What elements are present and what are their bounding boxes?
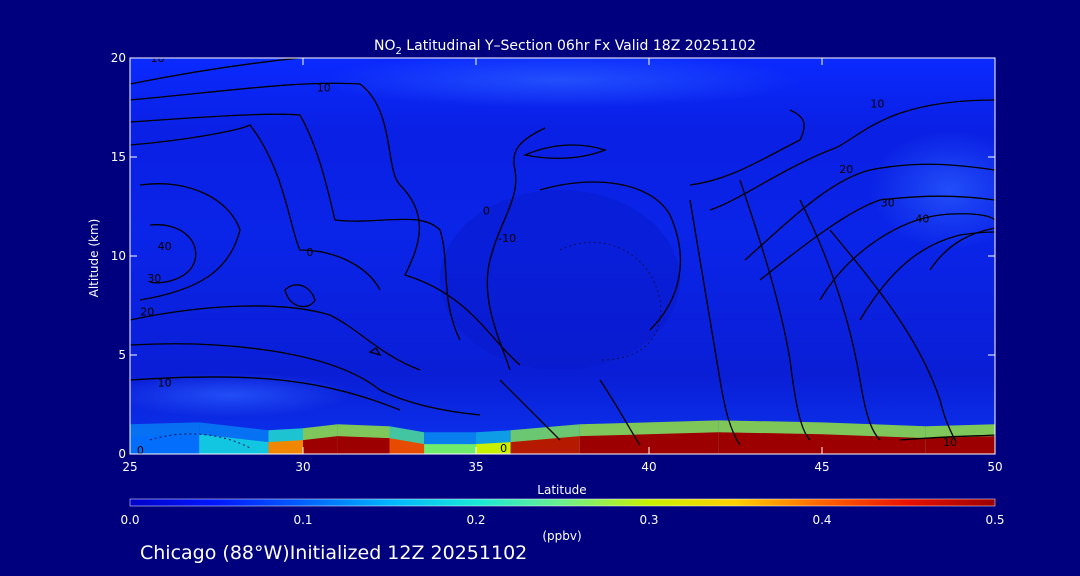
chart-title: NO2 Latitudinal Y–Section 06hr Fx Valid … [374, 38, 756, 57]
colorbar-tick-label: 0.4 [812, 513, 831, 527]
surface-layer-segment [337, 436, 390, 454]
surface-layer-segment [925, 436, 995, 454]
y-tick-label: 0 [118, 447, 126, 461]
contour-label: 30 [147, 272, 161, 285]
contour-label: 30 [881, 197, 895, 210]
contour-label: 0 [500, 442, 507, 455]
x-tick-label: 50 [987, 460, 1002, 474]
y-axis-label: Altitude (km) [87, 219, 101, 298]
x-tick-label: 25 [122, 460, 137, 474]
contour-label: 20 [839, 163, 853, 176]
contour-label: 10 [943, 436, 957, 449]
y-tick-label: 10 [111, 249, 126, 263]
contour-label: 40 [915, 212, 929, 225]
colorbar-ticks: 0.0 0.1 0.2 0.3 0.4 0.5 [120, 513, 1004, 527]
colorbar-tick-label: 0.0 [120, 513, 139, 527]
colorbar-tick-label: 0.2 [466, 513, 485, 527]
x-tick-label: 35 [468, 460, 483, 474]
colorbar [129, 498, 996, 507]
contour-label: 10 [158, 377, 172, 390]
contour-label: 40 [158, 240, 172, 253]
y-tick-label: 5 [118, 348, 126, 362]
x-tick-label: 30 [295, 460, 310, 474]
surface-layer-segment [268, 440, 303, 454]
contour-label: 10 [317, 82, 331, 95]
contour-label: 0 [137, 444, 144, 457]
chart-svg: 10101020304040302010-10000010 25 30 35 40 45… [87, 38, 1005, 543]
surface-layer-segment [424, 444, 476, 454]
plot-area: 10101020304040302010-10000010 [130, 58, 995, 457]
colorbar-tick-label: 0.1 [293, 513, 312, 527]
right-light-region [870, 130, 995, 250]
central-dark-region [440, 190, 680, 370]
contour-label: 20 [140, 305, 154, 318]
contour-label: -10 [498, 232, 516, 245]
footer-caption: Chicago (88°W)Initialized 12Z 20251102 [140, 542, 528, 564]
colorbar-unit: (ppbv) [542, 529, 581, 543]
upper-light-region [320, 58, 800, 108]
contour-label: 0 [483, 204, 490, 217]
y-tick-label: 15 [111, 150, 126, 164]
x-tick-label: 40 [641, 460, 656, 474]
contour-label: 0 [306, 246, 313, 259]
x-tick-label: 45 [814, 460, 829, 474]
colorbar-tick-label: 0.3 [639, 513, 658, 527]
contour-label: 10 [870, 98, 884, 111]
x-axis-label: Latitude [537, 483, 586, 497]
colorbar-tick-label: 0.5 [985, 513, 1004, 527]
y-tick-label: 20 [111, 51, 126, 65]
